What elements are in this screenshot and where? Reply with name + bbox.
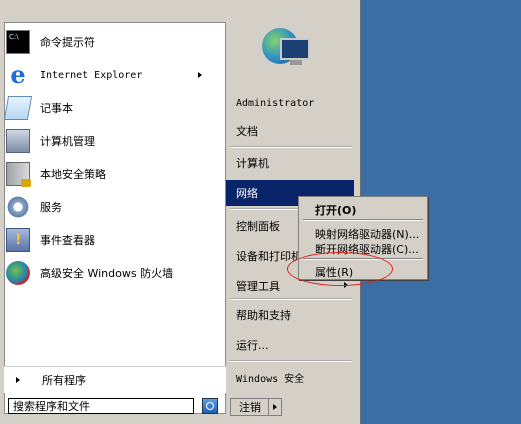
network-computer-icon xyxy=(262,26,314,68)
start-item-services[interactable]: 服务 xyxy=(6,193,214,221)
notepad-icon xyxy=(3,96,33,120)
right-item-label: 控制面板 xyxy=(236,220,280,233)
separator xyxy=(230,146,352,148)
internet-explorer-icon: e xyxy=(10,60,26,89)
event-viewer-icon xyxy=(6,228,30,252)
right-item-help[interactable]: 帮助和支持 xyxy=(226,302,354,328)
monitor-screen-icon xyxy=(280,38,310,60)
start-item-label: 计算机管理 xyxy=(40,135,95,148)
start-item-notepad[interactable]: 记事本 xyxy=(3,94,214,122)
start-item-event-viewer[interactable]: 事件查看器 xyxy=(6,226,214,254)
start-item-label: 服务 xyxy=(40,201,62,214)
right-item-label: 设备和打印机 xyxy=(236,250,302,263)
monitor-stand-icon xyxy=(290,60,302,65)
network-context-menu: 打开(O) 映射网络驱动器(N)... 断开网络驱动器(C)... 属性(R) xyxy=(298,196,428,280)
right-item-documents[interactable]: 文档 xyxy=(226,118,354,144)
submenu-arrow-icon xyxy=(198,72,202,78)
all-programs-button[interactable]: 所有程序 xyxy=(4,366,226,393)
context-menu-map-drive[interactable]: 映射网络驱动器(N)... xyxy=(315,226,419,242)
separator xyxy=(303,219,423,221)
start-item-label: 命令提示符 xyxy=(40,36,95,49)
start-item-label: 高级安全 Windows 防火墙 xyxy=(40,267,174,280)
context-menu-disconnect-drive[interactable]: 断开网络驱动器(C)... xyxy=(315,241,419,257)
right-item-computer[interactable]: 计算机 xyxy=(226,150,354,176)
search-input[interactable] xyxy=(8,398,194,414)
all-programs-label: 所有程序 xyxy=(42,374,86,387)
separator xyxy=(230,360,352,362)
right-item-label: Windows 安全 xyxy=(236,373,305,385)
context-menu-properties[interactable]: 属性(R) xyxy=(315,264,353,280)
right-item-windows-security[interactable]: Windows 安全 xyxy=(226,364,354,390)
right-item-label: 计算机 xyxy=(236,157,269,170)
right-item-label: 运行... xyxy=(236,339,269,352)
start-item-label: 事件查看器 xyxy=(40,234,95,247)
start-item-command-prompt[interactable]: 命令提示符 xyxy=(6,28,214,56)
logoff-label: 注销 xyxy=(239,401,261,414)
start-item-firewall[interactable]: 高级安全 Windows 防火墙 xyxy=(6,259,214,287)
firewall-icon xyxy=(6,261,30,285)
local-security-policy-icon xyxy=(6,162,31,187)
start-item-local-security-policy[interactable]: 本地安全策略 xyxy=(6,160,214,188)
start-item-internet-explorer[interactable]: e Internet Explorer xyxy=(6,61,214,89)
right-item-label: Administrator xyxy=(236,97,315,109)
right-item-label: 网络 xyxy=(236,187,258,200)
search-icon[interactable] xyxy=(202,398,218,414)
right-item-label: 文档 xyxy=(236,125,258,138)
shutdown-options-arrow-icon[interactable] xyxy=(268,398,282,416)
submenu-arrow-icon xyxy=(344,282,348,288)
computer-management-icon xyxy=(6,129,30,153)
right-item-label: 管理工具 xyxy=(236,280,280,293)
right-item-run[interactable]: 运行... xyxy=(226,332,354,358)
separator xyxy=(230,298,352,300)
right-item-user[interactable]: Administrator xyxy=(226,90,354,116)
separator xyxy=(303,258,423,260)
context-menu-open[interactable]: 打开(O) xyxy=(315,202,356,218)
start-item-label: 记事本 xyxy=(40,102,73,115)
start-item-label: 本地安全策略 xyxy=(40,168,106,181)
arrow-right-icon xyxy=(16,377,20,383)
logoff-button[interactable]: 注销 xyxy=(230,398,270,416)
start-item-computer-management[interactable]: 计算机管理 xyxy=(6,127,214,155)
start-item-label: Internet Explorer xyxy=(40,69,143,81)
right-item-label: 帮助和支持 xyxy=(236,309,291,322)
command-prompt-icon xyxy=(6,30,30,54)
services-gear-icon xyxy=(6,195,30,219)
